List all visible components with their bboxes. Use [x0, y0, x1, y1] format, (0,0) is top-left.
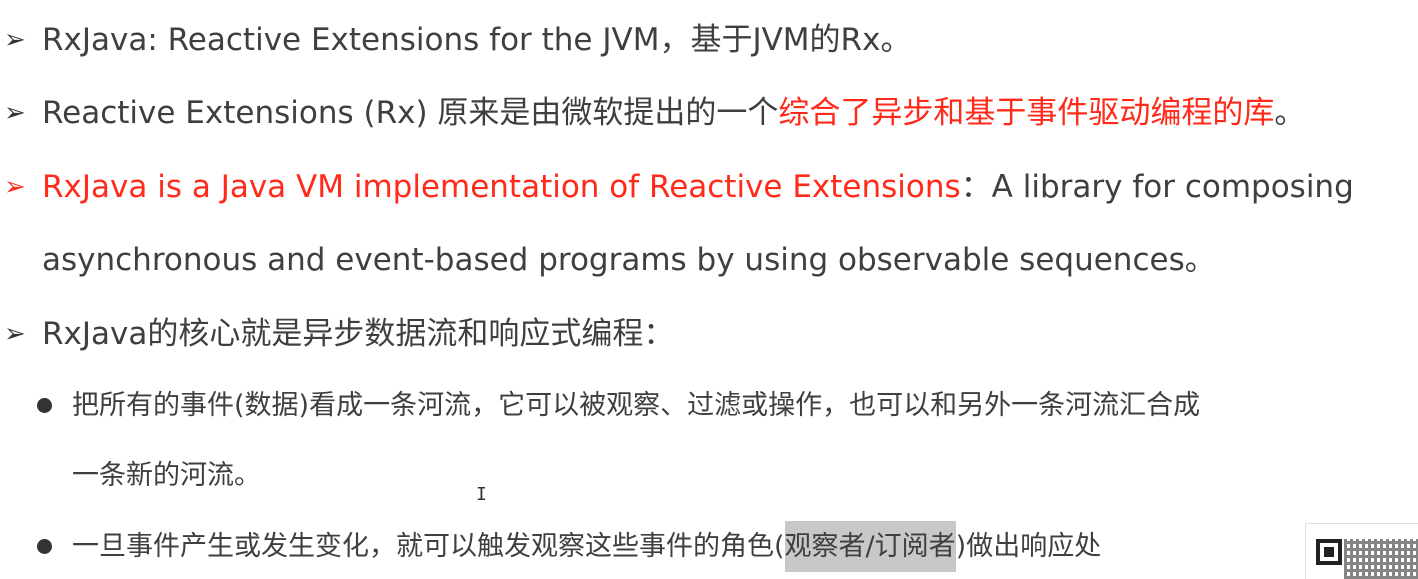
qr-code-icon: [1305, 523, 1418, 579]
dot-bullet-icon: [37, 539, 52, 554]
arrow-bullet-icon: ➢: [4, 98, 26, 128]
sub-bullet-text: 一旦事件产生或发生变化，就可以触发观察这些事件的角色(观察者/订阅者)做出响应处: [72, 521, 1102, 572]
text-highlight-red: 综合了异步和基于事件驱动编程的库: [778, 95, 1275, 131]
text-plain: 一旦事件产生或发生变化，就可以触发观察这些事件的角色(: [72, 531, 785, 562]
bullet-text: RxJava的核心就是异步数据流和响应式编程：: [42, 316, 675, 352]
bullet-text: RxJava is a Java VM implementation of Re…: [42, 165, 1354, 209]
text-highlight-red: RxJava is a Java VM implementation of Re…: [42, 169, 961, 205]
text-cursor-icon: I: [476, 484, 487, 505]
bullet-text: Reactive Extensions (Rx) 原来是由微软提出的一个综合了异…: [42, 91, 1305, 135]
arrow-bullet-icon: ➢: [4, 319, 26, 349]
bullet-text: asynchronous and event-based programs by…: [42, 242, 1216, 278]
arrow-bullet-icon: ➢: [4, 25, 26, 55]
text-plain: ：A library for composing: [960, 169, 1354, 205]
dot-bullet-icon: [37, 398, 52, 413]
sub-bullet-text: 一条新的河流。: [72, 460, 261, 491]
text-plain: 。: [1274, 95, 1306, 131]
sub-bullet-text: 把所有的事件(数据)看成一条河流，它可以被观察、过滤或操作，也可以和另外一条河流…: [72, 390, 1201, 421]
text-selection-highlight: 观察者/订阅者: [784, 521, 956, 572]
arrow-bullet-icon: ➢: [4, 172, 26, 202]
bullet-text: RxJava: Reactive Extensions for the JVM，…: [42, 22, 912, 58]
text-plain: )做出响应处: [955, 531, 1102, 562]
text-plain: Reactive Extensions (Rx) 原来是由微软提出的一个: [42, 95, 779, 131]
